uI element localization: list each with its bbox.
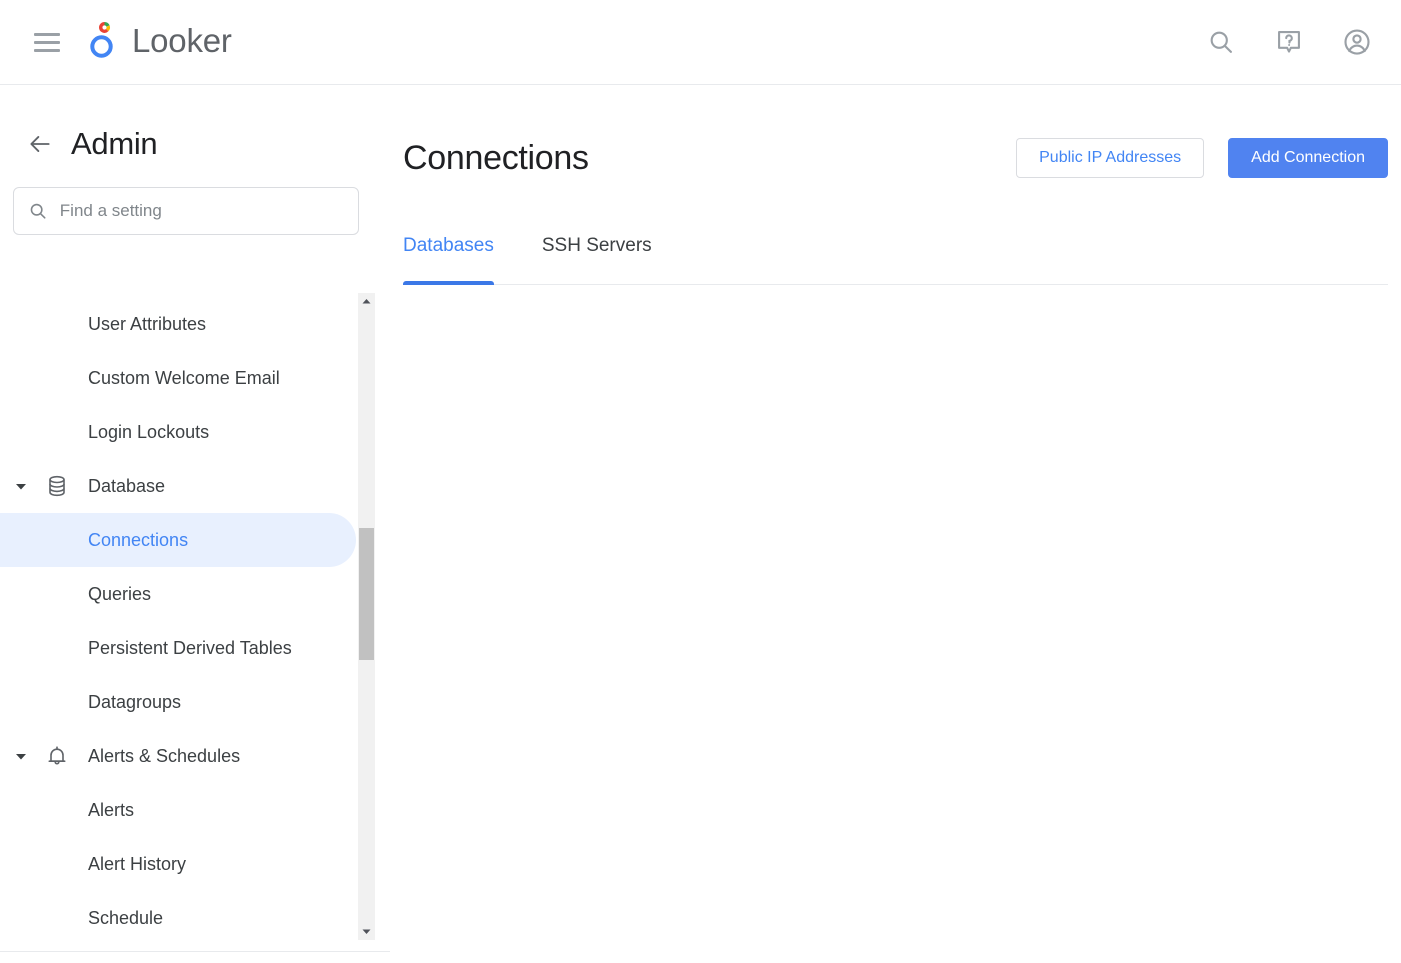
sidebar-header: Admin <box>0 85 390 171</box>
caret-down-icon <box>361 926 372 937</box>
sidebar-group-alerts-and-schedules[interactable]: Alerts & Schedules <box>0 729 356 783</box>
caret-down-glyph <box>14 479 28 493</box>
sidebar-item-label: Schedule <box>0 908 163 929</box>
sidebar-item-persistent-derived-tables[interactable]: Persistent Derived Tables <box>0 621 356 675</box>
sidebar-item-label: Queries <box>0 584 151 605</box>
search-icon <box>28 200 48 222</box>
chevron-down-icon[interactable] <box>14 749 28 763</box>
looker-logo-icon <box>85 20 123 64</box>
account-button[interactable] <box>1335 20 1379 64</box>
hamburger-bar <box>34 41 60 44</box>
hamburger-menu-icon[interactable] <box>27 22 67 62</box>
sidebar-item-label: Connections <box>0 530 188 551</box>
sidebar-scrollbar[interactable] <box>358 293 375 940</box>
setting-search-box[interactable] <box>13 187 359 235</box>
topbar-actions <box>1199 20 1379 64</box>
sidebar-item-login-lockouts[interactable]: Login Lockouts <box>0 405 356 459</box>
back-button[interactable] <box>27 131 53 157</box>
sidebar-group-database[interactable]: Database <box>0 459 356 513</box>
search-icon <box>1207 28 1235 56</box>
sidebar-item-connections[interactable]: Connections <box>0 513 356 567</box>
sidebar-item-label: Alerts <box>0 800 134 821</box>
sidebar-item-label: Datagroups <box>0 692 181 713</box>
content-title: Connections <box>403 141 589 175</box>
sidebar-item-user-attributes[interactable]: User Attributes <box>0 297 356 351</box>
public-ip-addresses-button[interactable]: Public IP Addresses <box>1016 138 1204 178</box>
help-icon <box>1275 28 1303 56</box>
sidebar-item-schedule[interactable]: Schedule <box>0 891 356 945</box>
tab-ssh-servers[interactable]: SSH Servers <box>542 229 652 285</box>
top-app-bar: Looker <box>0 0 1401 85</box>
sidebar-item-label: Alert History <box>0 854 186 875</box>
account-circle-icon <box>1342 27 1372 57</box>
sidebar-item-label: Custom Welcome Email <box>0 368 280 389</box>
page-title: Admin <box>71 126 157 162</box>
content-tabs: Databases SSH Servers <box>403 229 1388 285</box>
hamburger-bar <box>34 33 60 36</box>
sidebar-item-label: User Attributes <box>0 314 206 335</box>
add-connection-button[interactable]: Add Connection <box>1228 138 1388 178</box>
help-button[interactable] <box>1267 20 1311 64</box>
brand-name: Looker <box>132 24 232 60</box>
caret-down-glyph <box>14 749 28 763</box>
looker-brand[interactable]: Looker <box>85 20 232 64</box>
content-header: Connections Public IP Addresses Add Conn… <box>390 85 1401 195</box>
scroll-up-button[interactable] <box>358 293 375 310</box>
main-content: Connections Public IP Addresses Add Conn… <box>390 85 1401 963</box>
bell-icon <box>44 743 70 769</box>
search-button[interactable] <box>1199 20 1243 64</box>
search-input[interactable] <box>60 201 344 221</box>
sidebar-item-datagroups[interactable]: Datagroups <box>0 675 356 729</box>
sidebar-item-alert-history[interactable]: Alert History <box>0 837 356 891</box>
admin-sidebar: Admin User Attributes Custom Welcome Ema… <box>0 85 390 963</box>
sidebar-item-queries[interactable]: Queries <box>0 567 356 621</box>
sidebar-item-custom-welcome-email[interactable]: Custom Welcome Email <box>0 351 356 405</box>
sidebar-item-label: Persistent Derived Tables <box>0 638 292 659</box>
sidebar-item-label: Login Lockouts <box>0 422 209 443</box>
content-header-actions: Public IP Addresses Add Connection <box>1016 138 1388 178</box>
settings-nav-scroll-region: User Attributes Custom Welcome Email Log… <box>0 297 390 952</box>
scrollbar-thumb[interactable] <box>359 528 374 660</box>
scroll-down-button[interactable] <box>358 923 375 940</box>
caret-up-icon <box>361 296 372 307</box>
arrow-left-icon <box>27 131 53 157</box>
settings-nav-list: User Attributes Custom Welcome Email Log… <box>0 297 356 945</box>
hamburger-bar <box>34 49 60 52</box>
database-icon <box>44 473 70 499</box>
tab-panel-databases <box>403 285 1388 885</box>
chevron-down-icon[interactable] <box>14 479 28 493</box>
sidebar-item-alerts[interactable]: Alerts <box>0 783 356 837</box>
tab-databases[interactable]: Databases <box>403 229 494 285</box>
sidebar-item-label: Alerts & Schedules <box>0 746 240 767</box>
